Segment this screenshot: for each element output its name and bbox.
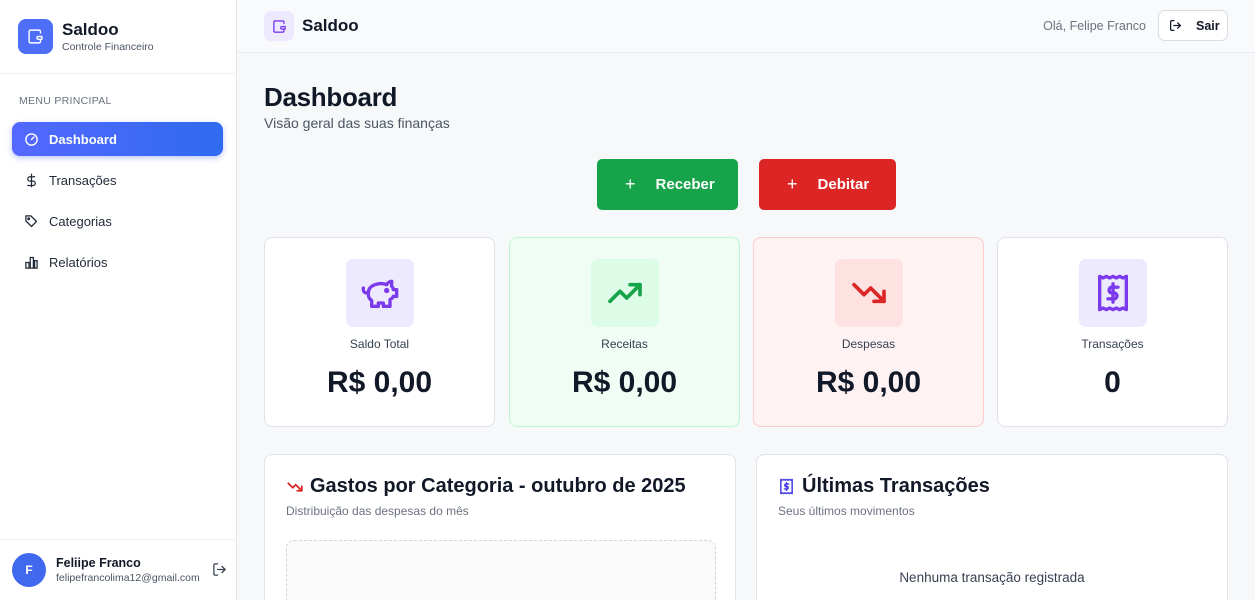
panel-subtitle: Distribuição das despesas do mês xyxy=(286,504,469,518)
stat-label: Receitas xyxy=(601,337,648,351)
menu-section-label: MENU PRINCIPAL xyxy=(19,95,112,107)
expenses-by-category-panel: Gastos por Categoria - outubro de 2025 D… xyxy=(264,454,736,600)
sidebar-item-label: Categorias xyxy=(49,213,112,229)
wallet-icon xyxy=(264,11,294,41)
trending-down-icon xyxy=(835,259,903,327)
page-title: Dashboard xyxy=(264,82,398,112)
stat-card-income: Receitas R$ 0,00 xyxy=(509,237,740,427)
sidebar-item-label: Transações xyxy=(49,172,117,188)
wallet-icon xyxy=(18,19,53,54)
stat-card-balance: Saldo Total R$ 0,00 xyxy=(264,237,495,427)
receipt-icon xyxy=(778,478,796,496)
panel-subtitle: Seus últimos movimentos xyxy=(778,504,915,518)
stat-value: R$ 0,00 xyxy=(326,366,433,399)
stat-label: Despesas xyxy=(841,337,896,351)
tags-icon xyxy=(23,213,39,229)
panel-title-text: Últimas Transações xyxy=(802,475,990,497)
brand-subtitle: Controle Financeiro xyxy=(62,40,154,53)
app-title: Saldoo xyxy=(302,16,359,35)
sidebar-item-label: Relatórios xyxy=(49,254,108,270)
panel-title-text: Gastos por Categoria - outubro de 2025 xyxy=(310,475,686,497)
empty-state-text: Nenhuma transação registrada xyxy=(899,570,1085,585)
plus-icon: + xyxy=(787,174,798,194)
dollar-icon xyxy=(23,172,39,188)
stat-card-expenses: Despesas R$ 0,00 xyxy=(753,237,984,427)
logout-icon[interactable] xyxy=(212,562,228,578)
logout-button[interactable]: Sair xyxy=(1158,10,1228,41)
stat-label: Saldo Total xyxy=(349,337,410,351)
chart-placeholder xyxy=(286,540,716,600)
stat-value: 0 xyxy=(1104,366,1121,399)
top-bar: Saldoo Olá, Felipe Franco Sair xyxy=(237,0,1255,53)
panel-title: Gastos por Categoria - outubro de 2025 xyxy=(286,475,686,498)
sidebar: Saldoo Controle Financeiro MENU PRINCIPA… xyxy=(0,0,237,600)
avatar[interactable]: F xyxy=(12,553,46,587)
logout-label: Sair xyxy=(1196,18,1220,33)
stat-label: Transações xyxy=(1081,337,1144,351)
stat-value: R$ 0,00 xyxy=(815,366,922,399)
receive-label: Receber xyxy=(655,176,715,193)
sidebar-item-categorias[interactable]: Categorias xyxy=(12,204,223,238)
greeting-text: Olá, Felipe Franco xyxy=(1043,19,1146,33)
recent-transactions-panel: Últimas Transações Seus últimos moviment… xyxy=(756,454,1228,600)
page-subtitle: Visão geral das suas finanças xyxy=(264,115,450,131)
brand[interactable]: Saldoo Controle Financeiro xyxy=(0,0,236,74)
sidebar-item-relatorios[interactable]: Relatórios xyxy=(12,245,223,279)
sidebar-item-label: Dashboard xyxy=(49,131,117,147)
receipt-icon xyxy=(1079,259,1147,327)
user-name: Feliipe Franco xyxy=(56,556,141,570)
trending-down-icon xyxy=(286,478,304,496)
logout-icon xyxy=(1169,19,1182,32)
plus-icon: + xyxy=(625,174,636,194)
debit-button[interactable]: + Debitar xyxy=(759,159,896,210)
stat-value: R$ 0,00 xyxy=(571,366,678,399)
sidebar-item-dashboard[interactable]: Dashboard xyxy=(12,122,223,156)
sidebar-item-transacoes[interactable]: Transações xyxy=(12,163,223,197)
user-profile: F Feliipe Franco felipefrancolima12@gmai… xyxy=(0,539,236,600)
brand-name: Saldoo xyxy=(62,19,119,39)
bar-chart-icon xyxy=(23,254,39,270)
main-menu: Dashboard Transações Categorias Relatóri… xyxy=(12,122,223,286)
trending-up-icon xyxy=(591,259,659,327)
panel-title: Últimas Transações xyxy=(778,475,990,498)
stat-card-transactions: Transações 0 xyxy=(997,237,1228,427)
piggy-bank-icon xyxy=(346,259,414,327)
debit-label: Debitar xyxy=(817,176,870,193)
user-email: felipefrancolima12@gmail.com xyxy=(56,572,200,584)
gauge-icon xyxy=(23,131,39,147)
receive-button[interactable]: + Receber xyxy=(597,159,738,210)
